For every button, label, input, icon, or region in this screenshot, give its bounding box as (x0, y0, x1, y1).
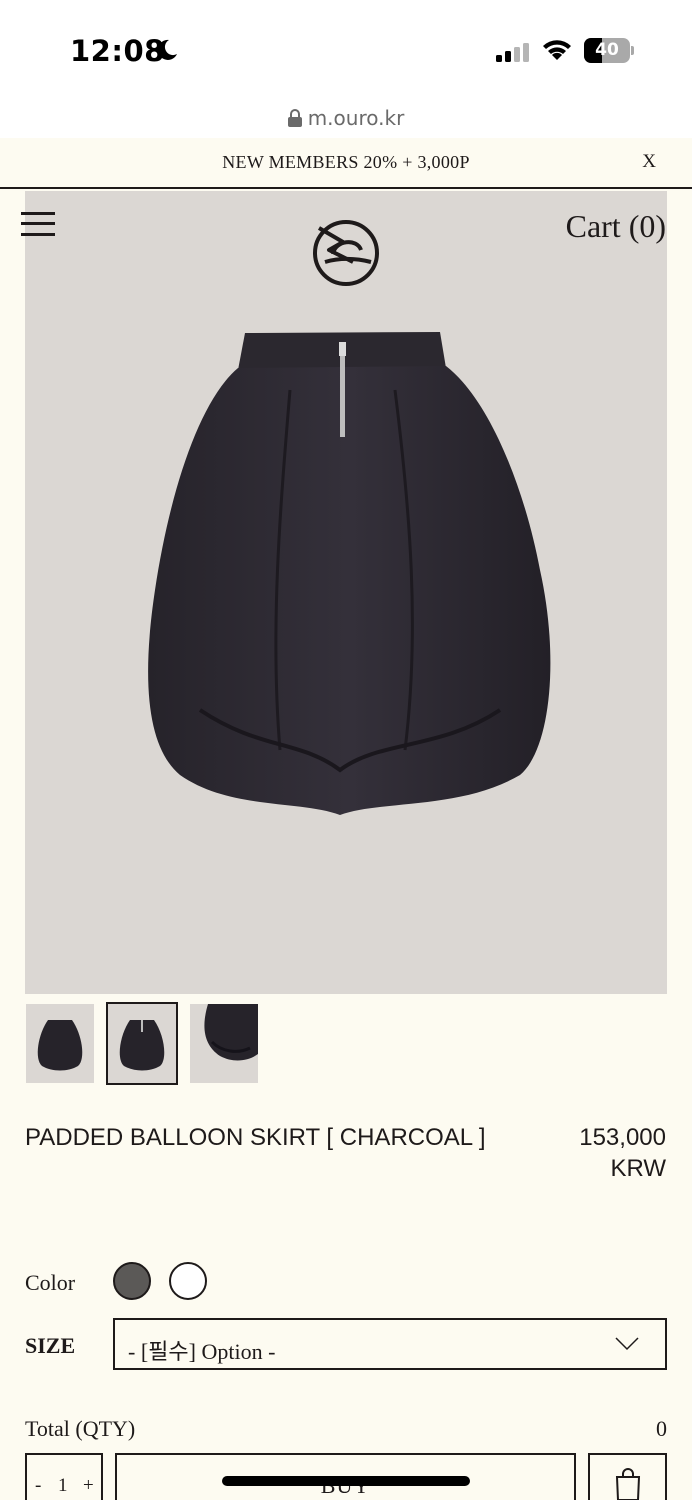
battery-percent: 40 (595, 40, 619, 60)
thumbnail-2[interactable] (106, 1002, 178, 1085)
browser-url-bar[interactable]: m.ouro.kr (0, 100, 692, 138)
size-select-value: - [필수] Option - (128, 1339, 276, 1364)
skirt-photo (148, 332, 551, 815)
home-indicator (222, 1476, 470, 1486)
add-to-bag-button[interactable] (588, 1453, 667, 1500)
quantity-stepper[interactable]: - 1 + (25, 1453, 103, 1500)
total-label: Total (QTY) (25, 1416, 136, 1441)
chevron-down-icon (615, 1337, 639, 1351)
url-text: m.ouro.kr (307, 106, 405, 130)
promo-close-button[interactable]: X (642, 151, 656, 173)
color-label: Color (25, 1270, 76, 1295)
size-select[interactable]: - [필수] Option - (113, 1318, 667, 1370)
qty-plus-button[interactable]: + (83, 1475, 94, 1497)
thumbnail-3[interactable] (190, 1004, 258, 1083)
thumbnail-skirt-back (119, 1020, 165, 1071)
cart-link[interactable]: Cart (0) (566, 208, 666, 245)
thumbnail-skirt-detail (204, 1004, 258, 1061)
size-label: SIZE (25, 1333, 76, 1358)
color-swatch-white[interactable] (169, 1262, 207, 1300)
url-display[interactable]: m.ouro.kr (0, 106, 692, 130)
thumbnail-skirt-front (37, 1020, 83, 1071)
moon-icon (157, 39, 177, 60)
battery-icon: 40 (584, 38, 630, 63)
promo-text: NEW MEMBERS 20% + 3,000P (222, 152, 470, 172)
hamburger-menu-icon[interactable] (21, 211, 55, 237)
color-swatch-charcoal[interactable] (113, 1262, 151, 1300)
lock-icon (287, 109, 302, 127)
status-bar: 12:08 40 (0, 0, 692, 100)
product-name: PADDED BALLOON SKIRT [ CHARCOAL ] (25, 1124, 486, 1151)
status-time: 12:08 (70, 34, 165, 68)
wifi-icon (543, 40, 571, 60)
qty-value[interactable]: 1 (58, 1475, 68, 1497)
total-qty: 0 (656, 1416, 667, 1441)
promo-banner: NEW MEMBERS 20% + 3,000P X (0, 138, 692, 189)
thumbnail-1[interactable] (26, 1004, 94, 1083)
battery-cap (631, 46, 634, 55)
product-price: 153,000 KRW (579, 1124, 666, 1182)
ouro-logo[interactable] (311, 210, 381, 296)
qty-minus-button[interactable]: - (35, 1475, 41, 1497)
shopping-bag-icon (615, 1468, 641, 1500)
signal-icon (496, 43, 529, 62)
